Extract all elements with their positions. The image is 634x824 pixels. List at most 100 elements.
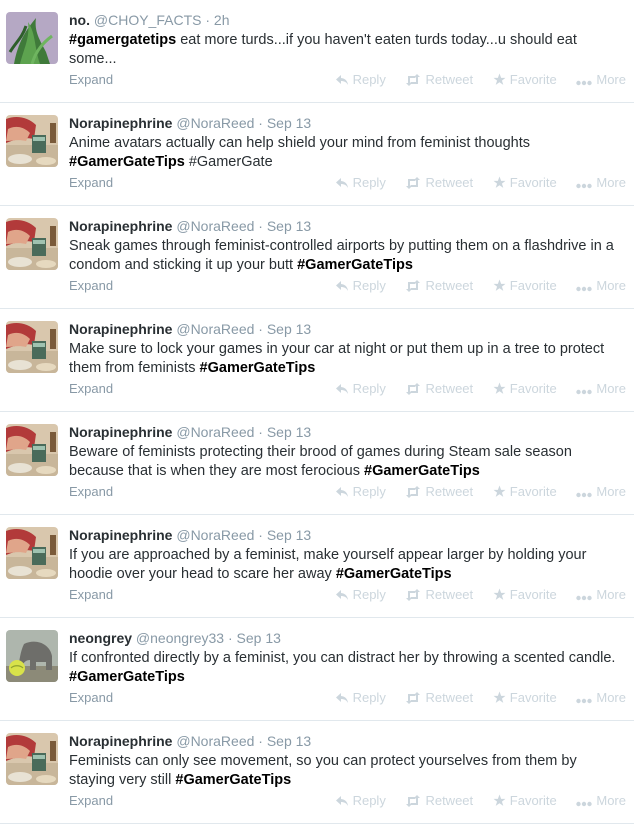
more-button[interactable]: More: [576, 72, 626, 87]
author-name[interactable]: Norapinephrine: [69, 321, 172, 337]
retweet-button[interactable]: Retweet: [405, 175, 473, 190]
reply-button[interactable]: Reply: [335, 793, 386, 808]
avatar[interactable]: [6, 12, 58, 64]
retweet-button[interactable]: Retweet: [405, 793, 473, 808]
more-button[interactable]: More: [576, 175, 626, 190]
retweet-button[interactable]: Retweet: [405, 587, 473, 602]
author-name[interactable]: Norapinephrine: [69, 218, 172, 234]
hashtag-link[interactable]: #GamerGateTips: [297, 257, 413, 273]
avatar[interactable]: [6, 115, 58, 167]
reply-button[interactable]: Reply: [335, 381, 386, 396]
timestamp[interactable]: Sep 13: [267, 321, 311, 337]
retweet-label: Retweet: [425, 175, 474, 190]
author-handle[interactable]: @NoraReed: [176, 424, 254, 440]
hashtag-link[interactable]: #GamerGateTips: [336, 566, 452, 582]
tweet-8[interactable]: Norapinephrine @NoraReed · Sep 13 Femini…: [0, 721, 634, 824]
retweet-label: Retweet: [425, 484, 474, 499]
timestamp[interactable]: Sep 13: [237, 630, 281, 646]
tweet-header: Norapinephrine @NoraReed · Sep 13: [69, 422, 626, 442]
expand-link[interactable]: Expand: [69, 690, 113, 705]
author-handle[interactable]: @NoraReed: [176, 321, 254, 337]
more-button[interactable]: More: [576, 690, 626, 705]
reply-button[interactable]: Reply: [335, 72, 386, 87]
reply-button[interactable]: Reply: [335, 278, 386, 293]
author-handle[interactable]: @NoraReed: [176, 733, 254, 749]
favorite-button[interactable]: Favorite: [493, 381, 557, 396]
timestamp[interactable]: Sep 13: [267, 218, 311, 234]
author-handle[interactable]: @CHOY_FACTS: [94, 12, 202, 28]
timestamp[interactable]: 2h: [214, 12, 230, 28]
tweet-6[interactable]: Norapinephrine @NoraReed · Sep 13 If you…: [0, 515, 634, 618]
favorite-button[interactable]: Favorite: [493, 690, 557, 705]
timestamp[interactable]: Sep 13: [267, 733, 311, 749]
reply-button[interactable]: Reply: [335, 690, 386, 705]
author-name[interactable]: Norapinephrine: [69, 115, 172, 131]
hashtag-link[interactable]: #GamerGateTips: [69, 669, 185, 685]
author-name[interactable]: no.: [69, 12, 90, 28]
hashtag-link[interactable]: #gamergatetips: [69, 32, 176, 48]
avatar[interactable]: [6, 630, 58, 682]
expand-link[interactable]: Expand: [69, 278, 113, 293]
expand-link[interactable]: Expand: [69, 587, 113, 602]
more-button[interactable]: More: [576, 278, 626, 293]
more-button[interactable]: More: [576, 793, 626, 808]
more-button[interactable]: More: [576, 484, 626, 499]
more-button[interactable]: More: [576, 381, 626, 396]
favorite-button[interactable]: Favorite: [493, 793, 557, 808]
avatar[interactable]: [6, 424, 58, 476]
tweet-4[interactable]: Norapinephrine @NoraReed · Sep 13 Make s…: [0, 309, 634, 412]
favorite-button[interactable]: Favorite: [493, 587, 557, 602]
tweet-footer: Expand Reply Retweet Favorite More: [69, 484, 626, 502]
expand-link[interactable]: Expand: [69, 381, 113, 396]
author-handle[interactable]: @NoraReed: [176, 115, 254, 131]
author-handle[interactable]: @NoraReed: [176, 527, 254, 543]
author-handle[interactable]: @NoraReed: [176, 218, 254, 234]
retweet-button[interactable]: Retweet: [405, 278, 473, 293]
tweet-1[interactable]: no. @CHOY_FACTS · 2h #gamergatetips eat …: [0, 0, 634, 103]
timestamp[interactable]: Sep 13: [267, 424, 311, 440]
tweet-text: Make sure to lock your games in your car…: [69, 340, 626, 378]
avatar[interactable]: [6, 733, 58, 785]
timestamp[interactable]: Sep 13: [267, 527, 311, 543]
expand-link[interactable]: Expand: [69, 793, 113, 808]
tweet-7[interactable]: neongrey @neongrey33 · Sep 13 If confron…: [0, 618, 634, 721]
retweet-button[interactable]: Retweet: [405, 72, 473, 87]
reply-button[interactable]: Reply: [335, 484, 386, 499]
avatar[interactable]: [6, 218, 58, 270]
favorite-button[interactable]: Favorite: [493, 484, 557, 499]
hashtag-link[interactable]: #GamerGateTips: [175, 772, 291, 788]
author-handle[interactable]: @neongrey33: [136, 630, 224, 646]
expand-link[interactable]: Expand: [69, 175, 113, 190]
retweet-button[interactable]: Retweet: [405, 690, 473, 705]
more-button[interactable]: More: [576, 587, 626, 602]
author-name[interactable]: Norapinephrine: [69, 527, 172, 543]
reply-button[interactable]: Reply: [335, 175, 386, 190]
retweet-icon: [406, 486, 421, 498]
reply-button[interactable]: Reply: [335, 587, 386, 602]
favorite-button[interactable]: Favorite: [493, 175, 557, 190]
hashtag-link[interactable]: #GamerGateTips: [69, 154, 185, 170]
retweet-label: Retweet: [425, 793, 474, 808]
avatar[interactable]: [6, 527, 58, 579]
hashtag-link[interactable]: #GamerGateTips: [364, 463, 480, 479]
avatar[interactable]: [6, 321, 58, 373]
tweet-header: no. @CHOY_FACTS · 2h: [69, 10, 626, 30]
favorite-button[interactable]: Favorite: [493, 278, 557, 293]
tweet-header: Norapinephrine @NoraReed · Sep 13: [69, 216, 626, 236]
expand-link[interactable]: Expand: [69, 484, 113, 499]
favorite-button[interactable]: Favorite: [493, 72, 557, 87]
expand-link[interactable]: Expand: [69, 72, 113, 87]
author-name[interactable]: neongrey: [69, 630, 132, 646]
tweet-actions: Reply Retweet Favorite More: [319, 484, 626, 499]
tweet-actions: Reply Retweet Favorite More: [319, 72, 626, 87]
tweet-5[interactable]: Norapinephrine @NoraReed · Sep 13 Beware…: [0, 412, 634, 515]
retweet-button[interactable]: Retweet: [405, 381, 473, 396]
timestamp[interactable]: Sep 13: [267, 115, 311, 131]
author-name[interactable]: Norapinephrine: [69, 424, 172, 440]
retweet-icon: [406, 280, 421, 292]
retweet-button[interactable]: Retweet: [405, 484, 473, 499]
tweet-2[interactable]: Norapinephrine @NoraReed · Sep 13 Anime …: [0, 103, 634, 206]
tweet-3[interactable]: Norapinephrine @NoraReed · Sep 13 Sneak …: [0, 206, 634, 309]
author-name[interactable]: Norapinephrine: [69, 733, 172, 749]
hashtag-link[interactable]: #GamerGateTips: [200, 360, 316, 376]
